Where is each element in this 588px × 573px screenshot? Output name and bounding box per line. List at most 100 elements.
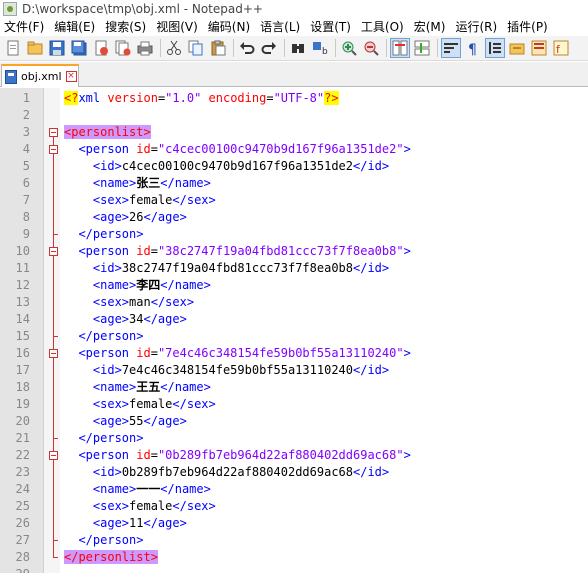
- tab-obj-xml[interactable]: obj.xml ×: [1, 64, 79, 87]
- code-text: </person>: [64, 430, 143, 447]
- menu-item-0[interactable]: 文件(F): [0, 18, 48, 36]
- code-line[interactable]: 2: [0, 107, 588, 124]
- code-line[interactable]: 20 <age>55</age>: [0, 413, 588, 430]
- fold-toggle-icon[interactable]: [48, 345, 58, 362]
- code-line[interactable]: 11 <id>38c2747f19a04fbd81ccc73f7f8ea0b8<…: [0, 260, 588, 277]
- token-tag: <sex>: [92, 193, 130, 207]
- code-line[interactable]: 1 <?xml version="1.0" encoding="UTF-8"?>: [0, 90, 588, 107]
- code-line[interactable]: 21 </person>: [0, 430, 588, 447]
- fold-line: [53, 158, 54, 175]
- token-text: 7e4c46c348154fe59b0bf55a13110240: [121, 363, 353, 377]
- token-tag: <name>: [92, 482, 137, 496]
- code-line[interactable]: 28 </personlist>: [0, 549, 588, 566]
- token-tag: <name>: [92, 278, 137, 292]
- print-button[interactable]: [135, 38, 155, 58]
- indent-guide-button[interactable]: [485, 38, 505, 58]
- token-text: man: [129, 295, 151, 309]
- code-line[interactable]: 15 </person>: [0, 328, 588, 345]
- code-line[interactable]: 23 <id>0b289fb7eb964d22af880402dd69ac68<…: [0, 464, 588, 481]
- code-line[interactable]: 3 <personlist>: [0, 124, 588, 141]
- function-list-button[interactable]: f: [551, 38, 571, 58]
- code-line[interactable]: 26 <age>11</age>: [0, 515, 588, 532]
- save-button[interactable]: [47, 38, 67, 58]
- word-wrap-button[interactable]: [441, 38, 461, 58]
- sync-vertical-button[interactable]: [390, 38, 410, 58]
- show-all-chars-button[interactable]: ¶: [463, 38, 483, 58]
- code-text: <id>c4cec00100c9470b9d167f96a1351de2</id…: [64, 158, 389, 175]
- fold-toggle-icon[interactable]: [48, 141, 58, 158]
- fold-toggle-icon[interactable]: [48, 447, 58, 464]
- fold-toggle-icon[interactable]: [48, 124, 58, 141]
- code-line[interactable]: 24 <name>一一</name>: [0, 481, 588, 498]
- code-line[interactable]: 4 <person id="c4cec00100c9470b9d167f96a1…: [0, 141, 588, 158]
- menu-item-9[interactable]: 运行(R): [451, 18, 501, 36]
- menu-item-1[interactable]: 编辑(E): [50, 18, 99, 36]
- open-file-button[interactable]: [25, 38, 45, 58]
- close-button[interactable]: [91, 38, 111, 58]
- save-all-button[interactable]: [69, 38, 89, 58]
- menu-item-7[interactable]: 工具(O): [357, 18, 408, 36]
- menu-item-8[interactable]: 宏(M): [410, 18, 450, 36]
- code-line[interactable]: 27 </person>: [0, 532, 588, 549]
- fold-end-marker: [48, 549, 58, 566]
- function-list-icon: f: [553, 40, 569, 56]
- new-file-button[interactable]: [3, 38, 23, 58]
- fold-line: [53, 430, 54, 447]
- close-all-button[interactable]: [113, 38, 133, 58]
- line-number: 7: [22, 193, 30, 207]
- find-button[interactable]: [288, 38, 308, 58]
- zoom-out-button[interactable]: [361, 38, 381, 58]
- save-all-icon: [71, 40, 87, 56]
- code-line[interactable]: 16 <person id="7e4c46c348154fe59b0bf55a1…: [0, 345, 588, 362]
- fold-line: [48, 311, 58, 328]
- line-number: 22: [15, 448, 30, 462]
- code-line[interactable]: 22 <person id="0b289fb7eb964d22af880402d…: [0, 447, 588, 464]
- code-line[interactable]: 10 <person id="38c2747f19a04fbd81ccc73f7…: [0, 243, 588, 260]
- menu-item-2[interactable]: 搜索(S): [101, 18, 150, 36]
- menu-item-10[interactable]: 插件(P): [503, 18, 552, 36]
- fold-line: [53, 209, 54, 226]
- sync-horizontal-button[interactable]: [412, 38, 432, 58]
- fold-line: [53, 192, 54, 209]
- token-text: =: [150, 142, 158, 156]
- code-line[interactable]: 19 <sex>female</sex>: [0, 396, 588, 413]
- fold-box-icon: [49, 247, 58, 256]
- fold-toggle-icon[interactable]: [48, 243, 58, 260]
- token-tag: >: [403, 142, 411, 156]
- code-line[interactable]: 29: [0, 566, 588, 573]
- cut-button[interactable]: [164, 38, 184, 58]
- editor[interactable]: 1 <?xml version="1.0" encoding="UTF-8"?> 2…: [0, 88, 588, 573]
- code-text: <sex>man</sex>: [64, 294, 194, 311]
- code-line[interactable]: 8 <age>26</age>: [0, 209, 588, 226]
- code-line[interactable]: 6 <name>张三</name>: [0, 175, 588, 192]
- token-tag: </age>: [143, 210, 187, 224]
- close-icon: [95, 40, 108, 56]
- code-line[interactable]: 12 <name>李四</name>: [0, 277, 588, 294]
- copy-button[interactable]: [186, 38, 206, 58]
- menu-item-6[interactable]: 设置(T): [306, 18, 355, 36]
- code-line[interactable]: 14 <age>34</age>: [0, 311, 588, 328]
- fold-line: [53, 464, 54, 481]
- redo-button[interactable]: [259, 38, 279, 58]
- code-line[interactable]: 13 <sex>man</sex>: [0, 294, 588, 311]
- zoom-in-button[interactable]: [339, 38, 359, 58]
- fold-line: [48, 294, 58, 311]
- folder-as-workspace-button[interactable]: [507, 38, 527, 58]
- replace-button[interactable]: b: [310, 38, 330, 58]
- token-tag: </age>: [143, 414, 187, 428]
- code-line[interactable]: 17 <id>7e4c46c348154fe59b0bf55a13110240<…: [0, 362, 588, 379]
- code-line[interactable]: 18 <name>王五</name>: [0, 379, 588, 396]
- code-line[interactable]: 25 <sex>female</sex>: [0, 498, 588, 515]
- close-all-icon: [115, 40, 131, 56]
- menu-item-5[interactable]: 语言(L): [256, 18, 304, 36]
- code-line[interactable]: 9 </person>: [0, 226, 588, 243]
- undo-button[interactable]: [237, 38, 257, 58]
- menu-item-3[interactable]: 视图(V): [152, 18, 202, 36]
- paste-button[interactable]: [208, 38, 228, 58]
- code-line[interactable]: 7 <sex>female</sex>: [0, 192, 588, 209]
- code-line[interactable]: 5 <id>c4cec00100c9470b9d167f96a1351de2</…: [0, 158, 588, 175]
- tab-close-icon[interactable]: ×: [65, 71, 77, 82]
- doc-map-button[interactable]: [529, 38, 549, 58]
- menu-item-4[interactable]: 编码(N): [204, 18, 254, 36]
